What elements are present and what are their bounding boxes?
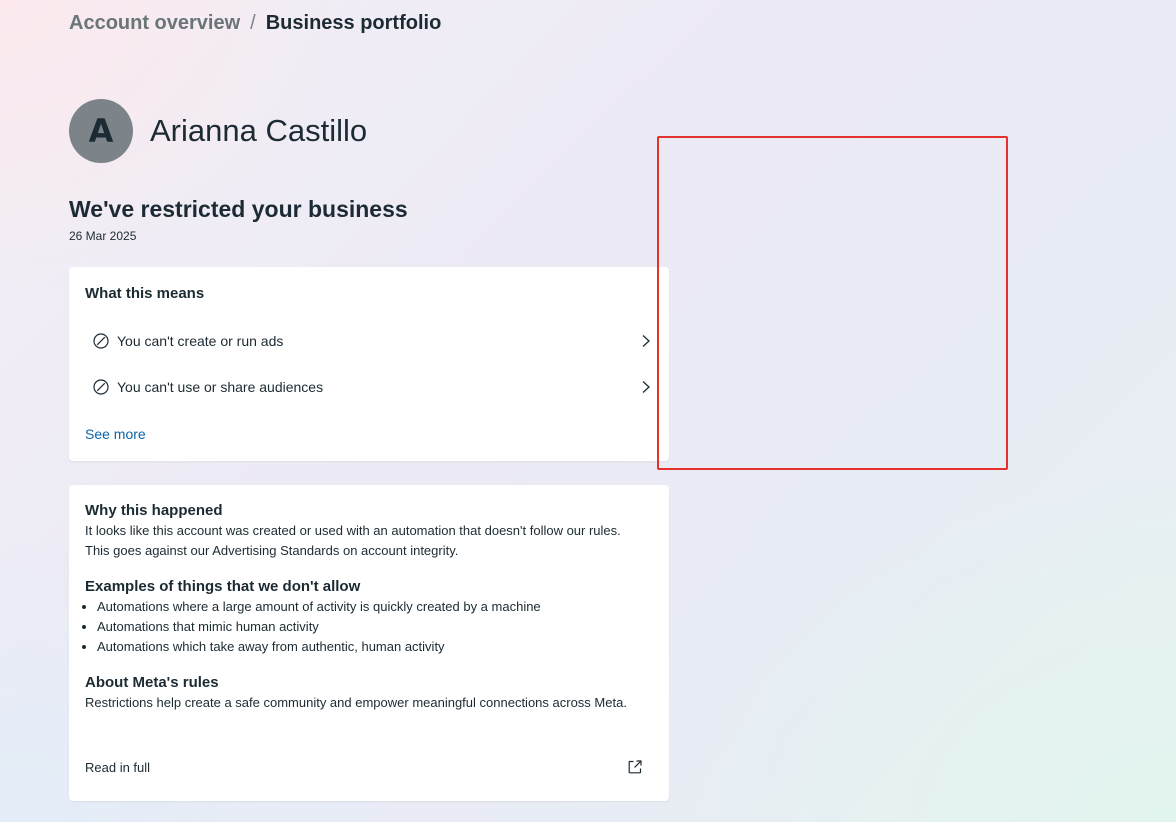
list-item: Automations that mimic human activity [97,617,541,637]
restriction-headline: We've restricted your business [69,196,408,222]
read-in-full-link[interactable]: Read in full [85,757,643,777]
read-in-full-label: Read in full [85,759,151,775]
restriction-item-ads[interactable]: You can't create or run ads [85,324,653,358]
why-this-happened-title: Why this happened [85,502,223,519]
rules-title: About Meta's rules [85,674,219,691]
restriction-date: 26 Mar 2025 [69,229,137,243]
why-this-happened-body: It looks like this account was created o… [85,523,621,558]
examples-list: Automations where a large amount of acti… [85,597,541,657]
avatar: A [69,99,133,163]
profile-header: A Arianna Castillo [69,99,367,163]
list-item: Automations which take away from authent… [97,637,541,657]
see-more-link[interactable]: See more [85,426,146,442]
avatar-initial: A [88,112,114,150]
breadcrumb-account-overview-link[interactable]: Account overview [69,12,240,35]
breadcrumb-separator: / [250,11,256,34]
examples-title: Examples of things that we don't allow [85,578,361,595]
breadcrumb-current-page: Business portfolio [265,11,442,34]
prohibited-icon [93,379,109,395]
restriction-item-label: You can't use or share audiences [117,379,324,395]
breadcrumb: Account overview / Business portfolio [69,10,441,36]
what-this-means-title: What this means [85,285,205,302]
what-this-means-card: What this means You can't create or run … [69,267,669,461]
restriction-item-label: You can't create or run ads [117,333,284,349]
profile-name: Arianna Castillo [150,113,368,148]
annotation-highlight-box [657,136,1008,470]
rules-body: Restrictions help create a safe communit… [85,695,627,710]
external-link-icon [627,759,643,775]
list-item: Automations where a large amount of acti… [97,597,541,617]
chevron-right-icon [639,380,653,394]
why-this-happened-card: Why this happened It looks like this acc… [69,485,669,801]
restriction-item-audiences[interactable]: You can't use or share audiences [85,370,653,404]
prohibited-icon [93,333,109,349]
chevron-right-icon [639,334,653,348]
